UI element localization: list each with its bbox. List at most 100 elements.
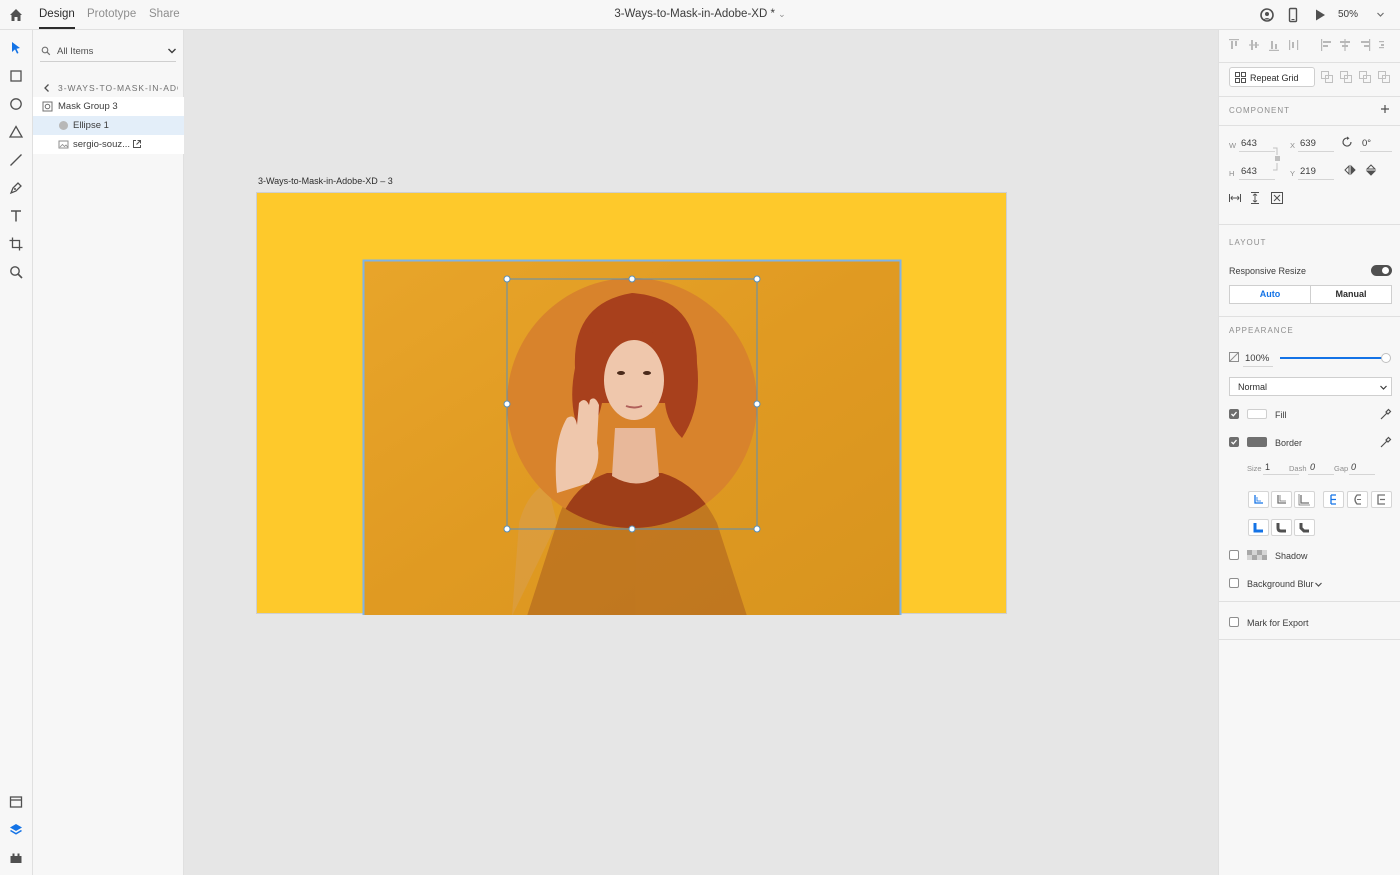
- fill-checkbox[interactable]: [1229, 409, 1239, 419]
- join-round-button[interactable]: [1271, 519, 1292, 536]
- shadow-checkbox[interactable]: [1229, 550, 1239, 560]
- x-field[interactable]: 639: [1300, 138, 1316, 149]
- ellipse-tool-icon[interactable]: [8, 96, 24, 112]
- layer-item-image[interactable]: sergio-souz...: [33, 135, 184, 154]
- layer-item-ellipse[interactable]: Ellipse 1: [33, 116, 184, 135]
- artboard-tool-icon[interactable]: [8, 236, 24, 252]
- rotate-icon: [1342, 136, 1352, 147]
- responsive-resize-toggle[interactable]: [1371, 265, 1392, 276]
- y-field[interactable]: 219: [1300, 166, 1316, 177]
- shadow-swatch[interactable]: [1247, 550, 1267, 560]
- border-checkbox[interactable]: [1229, 437, 1239, 447]
- height-field[interactable]: 643: [1241, 166, 1257, 177]
- responsive-resize-label: Responsive Resize: [1229, 266, 1307, 276]
- layer-breadcrumb[interactable]: 3-WAYS-TO-MASK-IN-ADOBE-XD – 3: [33, 80, 184, 96]
- tab-prototype[interactable]: Prototype: [87, 8, 136, 20]
- plugins-icon[interactable]: [8, 850, 24, 866]
- eyedropper-icon[interactable]: [1380, 408, 1392, 420]
- rotation-field[interactable]: 0°: [1362, 138, 1371, 149]
- pen-tool-icon[interactable]: [8, 180, 24, 196]
- document-title[interactable]: 3-Ways-to-Mask-in-Adobe-XD *: [614, 8, 775, 20]
- width-field[interactable]: 643: [1241, 138, 1257, 149]
- artboard[interactable]: [256, 192, 1008, 615]
- background-blur-label[interactable]: Background Blur: [1247, 579, 1314, 589]
- tab-design[interactable]: Design: [39, 8, 75, 29]
- repeat-grid-icon: [1235, 72, 1246, 83]
- stroke-center-button[interactable]: [1271, 491, 1292, 508]
- layer-filter-label: All Items: [57, 46, 94, 57]
- cap-butt-button[interactable]: [1323, 491, 1344, 508]
- boolean-ops-icons[interactable]: [1321, 71, 1391, 83]
- masked-photo[interactable]: [257, 193, 1008, 615]
- stroke-inner-button[interactable]: [1248, 491, 1269, 508]
- checkmark-icon: [1231, 411, 1237, 417]
- border-gap-field[interactable]: 0: [1351, 462, 1356, 472]
- shadow-label: Shadow: [1275, 551, 1308, 561]
- opacity-slider[interactable]: [1280, 357, 1386, 359]
- line-tool-icon[interactable]: [8, 152, 24, 168]
- background-blur-checkbox[interactable]: [1229, 578, 1239, 588]
- cap-square-button[interactable]: [1371, 491, 1392, 508]
- repeat-grid-button[interactable]: Repeat Grid: [1229, 67, 1315, 87]
- resize-manual-button[interactable]: Manual: [1310, 285, 1392, 304]
- zoom-tool-icon[interactable]: [8, 264, 24, 280]
- tab-share[interactable]: Share: [149, 8, 180, 20]
- artboard-label[interactable]: 3-Ways-to-Mask-in-Adobe-XD – 3: [258, 176, 393, 186]
- assets-icon[interactable]: [8, 794, 24, 810]
- border-label: Border: [1275, 438, 1303, 448]
- resize-auto-button[interactable]: Auto: [1229, 285, 1311, 304]
- join-bevel-button[interactable]: [1294, 519, 1315, 536]
- mask-group-icon: [42, 101, 53, 112]
- eyedropper-icon[interactable]: [1380, 436, 1392, 448]
- fix-height-icon[interactable]: [1249, 192, 1261, 204]
- blend-mode-dropdown[interactable]: Normal: [1229, 377, 1392, 396]
- layer-label: Mask Group 3: [58, 101, 118, 112]
- polygon-tool-icon[interactable]: [8, 124, 24, 140]
- join-bevel-icon: [1299, 523, 1309, 533]
- zoom-level[interactable]: 50%: [1338, 9, 1358, 20]
- border-dash-field[interactable]: 0: [1310, 462, 1315, 472]
- layer-label: sergio-souz...: [73, 139, 131, 150]
- border-color-swatch[interactable]: [1247, 437, 1267, 447]
- opacity-slider-handle[interactable]: [1381, 353, 1391, 363]
- add-component-icon[interactable]: [1380, 104, 1390, 114]
- canvas[interactable]: 3-Ways-to-Mask-in-Adobe-XD – 3: [185, 30, 1218, 875]
- external-link-icon[interactable]: [132, 139, 142, 149]
- layer-item-mask-group[interactable]: Mask Group 3: [33, 97, 184, 116]
- layers-icon[interactable]: [8, 822, 24, 838]
- flip-horizontal-icon[interactable]: [1344, 164, 1356, 176]
- stroke-outer-button[interactable]: [1294, 491, 1315, 508]
- search-icon: [41, 46, 51, 56]
- chevron-down-icon[interactable]: [1314, 580, 1323, 589]
- border-size-field[interactable]: 1: [1265, 462, 1270, 472]
- border-dash-label: Dash: [1289, 464, 1307, 473]
- home-icon[interactable]: [8, 7, 24, 23]
- device-preview-icon[interactable]: [1285, 7, 1301, 23]
- select-tool-icon[interactable]: [8, 40, 24, 56]
- user-feedback-icon[interactable]: [1259, 7, 1275, 23]
- text-tool-icon[interactable]: [8, 208, 24, 224]
- join-miter-button[interactable]: [1248, 519, 1269, 536]
- chevron-down-icon[interactable]: ⌄: [778, 9, 786, 19]
- fill-color-swatch[interactable]: [1247, 409, 1267, 419]
- layer-filter-dropdown[interactable]: All Items: [40, 40, 176, 62]
- opacity-field[interactable]: 100%: [1245, 353, 1269, 364]
- chevron-left-icon[interactable]: [42, 83, 52, 93]
- play-icon[interactable]: [1312, 7, 1328, 23]
- flip-vertical-icon[interactable]: [1365, 164, 1377, 176]
- property-inspector: Repeat Grid COMPONENT W 643 X 639 0° H 6…: [1218, 30, 1400, 875]
- layers-panel: All Items 3-WAYS-TO-MASK-IN-ADOBE-XD – 3…: [33, 30, 184, 875]
- cap-round-button[interactable]: [1347, 491, 1368, 508]
- align-icons: [1229, 39, 1384, 51]
- fill-label: Fill: [1275, 410, 1287, 420]
- mark-for-export-checkbox[interactable]: [1229, 617, 1239, 627]
- chevron-down-icon[interactable]: [1376, 10, 1385, 19]
- fix-width-icon[interactable]: [1229, 192, 1241, 204]
- scale-icon[interactable]: [1271, 192, 1283, 204]
- lock-aspect-icon[interactable]: [1272, 146, 1282, 172]
- border-size-label: Size: [1247, 464, 1262, 473]
- x-label: X: [1290, 141, 1296, 150]
- rectangle-tool-icon[interactable]: [8, 68, 24, 84]
- tool-bar: [0, 30, 33, 875]
- align-toolbar[interactable]: [1229, 39, 1384, 51]
